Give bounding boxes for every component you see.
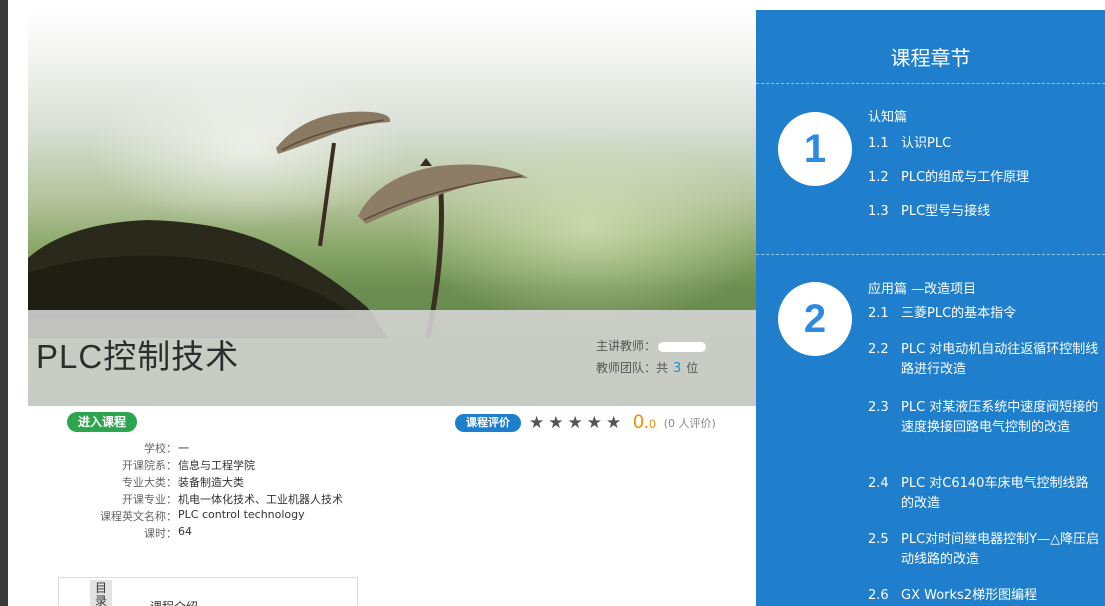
- chapter-title[interactable]: PLC对时间继电器控制Y—△降压启动线路的改造: [901, 530, 1101, 570]
- info-value: 信息与工程学院: [178, 459, 255, 472]
- rating-count: (0 人评价): [663, 417, 716, 430]
- chapter-item[interactable]: 1.2 PLC的组成与工作原理: [868, 168, 1101, 188]
- chapter-title[interactable]: 三菱PLC的基本指令: [901, 304, 1101, 324]
- chapter-number: 2.1: [868, 306, 889, 321]
- chapter-item[interactable]: 2.6 GX Works2梯形图编程: [868, 586, 1101, 606]
- score-decimal: 0: [649, 417, 656, 431]
- chapter-item[interactable]: 2.4 PLC 对C6140车床电气控制线路的改造: [868, 474, 1101, 514]
- section-number-badge: 1: [778, 112, 852, 186]
- chapter-number: 1.2: [868, 170, 889, 185]
- info-row-hours: 课时： 64: [0, 525, 420, 541]
- info-value: 一: [178, 442, 189, 455]
- chapter-title[interactable]: GX Works2梯形图编程: [901, 586, 1101, 606]
- lead-teacher-label: 主讲教师：: [596, 339, 657, 353]
- star-rating-icon: ★★★★★: [529, 413, 626, 433]
- chapter-number: 2.6: [868, 588, 889, 603]
- chapter-item[interactable]: 1.3 PLC型号与接线: [868, 202, 1101, 222]
- divider: [756, 83, 1105, 84]
- info-label: 课时：: [144, 527, 177, 540]
- teacher-name-redacted: [658, 341, 707, 352]
- chapter-item[interactable]: 2.1 三菱PLC的基本指令: [868, 304, 1101, 324]
- chapter-title[interactable]: PLC 对C6140车床电气控制线路的改造: [901, 474, 1101, 514]
- course-rating: 课程评价 ★★★★★ 0.0 (0 人评价): [455, 412, 716, 434]
- chapter-title[interactable]: PLC 对某液压系统中速度阀短接的速度换接回路电气控制的改造: [901, 398, 1101, 438]
- info-label: 开课专业：: [122, 493, 177, 506]
- chapter-panel-heading: 课程章节: [890, 46, 971, 70]
- chapter-title[interactable]: PLC型号与接线: [901, 202, 1101, 222]
- score-main: 0.: [633, 412, 650, 433]
- chapter-item[interactable]: 1.1 认识PLC: [868, 134, 1101, 154]
- info-value: 装备制造大类: [178, 476, 244, 489]
- chapter-item[interactable]: 2.3 PLC 对某液压系统中速度阀短接的速度换接回路电气控制的改造: [868, 398, 1101, 438]
- info-row-category: 专业大类： 装备制造大类: [0, 474, 420, 490]
- chapter-item[interactable]: 2.2 PLC 对电动机自动往返循环控制线路进行改造: [868, 340, 1101, 380]
- info-row-dept: 开课院系： 信息与工程学院: [0, 457, 420, 473]
- chapter-title[interactable]: PLC 对电动机自动往返循环控制线路进行改造: [901, 340, 1101, 380]
- info-label: 课程英文名称：: [100, 510, 177, 523]
- info-label: 学校：: [144, 442, 177, 455]
- info-row-school: 学校：一: [0, 440, 420, 456]
- info-label: 开课院系：: [122, 459, 177, 472]
- info-value: 64: [178, 525, 192, 538]
- section-number-badge: 2: [778, 282, 852, 356]
- chapter-item[interactable]: 2.5 PLC对时间继电器控制Y—△降压启动线路的改造: [868, 530, 1101, 570]
- chapter-number: 1.3: [868, 204, 889, 219]
- info-row-english-name: 课程英文名称： PLC control technology: [0, 508, 420, 524]
- team-prefix: 教师团队：共: [596, 361, 669, 375]
- section-title: 应用篇 —改造项目: [868, 282, 977, 297]
- course-intro-link[interactable]: 课程介绍: [150, 598, 198, 606]
- info-label: 专业大类：: [122, 476, 177, 489]
- team-suffix: 位: [686, 361, 699, 375]
- info-value: 机电一体化技术、工业机器人技术: [178, 493, 343, 506]
- enter-course-button[interactable]: 进入课程: [67, 412, 137, 432]
- chapter-number: 1.1: [868, 136, 889, 151]
- divider: [756, 254, 1105, 255]
- lead-teacher: 主讲教师：: [596, 337, 707, 354]
- section-title: 认知篇: [868, 110, 908, 125]
- chapter-number: 2.3: [868, 400, 889, 415]
- chapter-title[interactable]: 认识PLC: [901, 134, 1101, 154]
- toc-tab[interactable]: 目录: [90, 580, 112, 606]
- course-title: PLC控制技术: [36, 338, 240, 375]
- chapter-title[interactable]: PLC的组成与工作原理: [901, 168, 1101, 188]
- rating-badge[interactable]: 课程评价: [455, 414, 521, 432]
- chapter-number: 2.5: [868, 532, 889, 547]
- chapter-number: 2.2: [868, 342, 889, 357]
- chapter-number: 2.4: [868, 476, 889, 491]
- info-value: PLC control technology: [178, 508, 305, 521]
- info-row-major: 开课专业： 机电一体化技术、工业机器人技术: [0, 491, 420, 507]
- team-count[interactable]: 3: [673, 361, 681, 376]
- teacher-team: 教师团队：共 3 位: [596, 359, 698, 376]
- rating-score: 0.0: [633, 412, 656, 434]
